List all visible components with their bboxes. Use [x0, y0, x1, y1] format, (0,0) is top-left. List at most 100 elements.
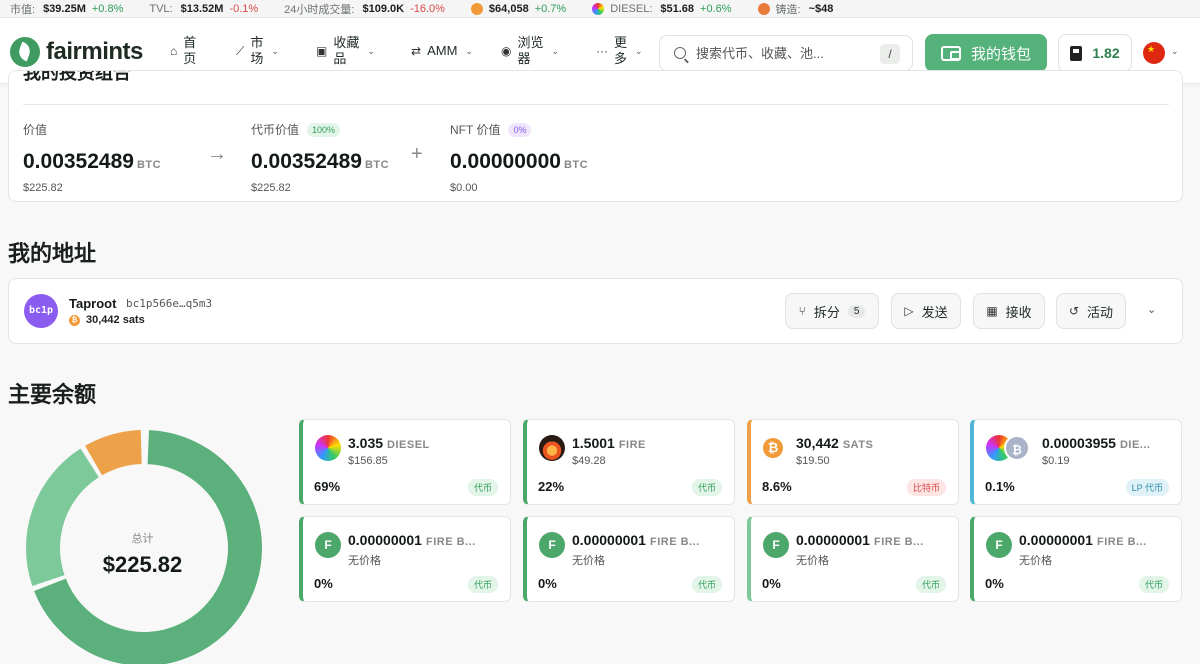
total-label: 总计	[131, 533, 154, 545]
my-wallet-button[interactable]: 我的钱包	[925, 34, 1047, 72]
token-balance-card[interactable]: 1.5001 FIRE $49.28 22% 代币	[523, 419, 735, 505]
token-balance-card[interactable]: F 0.00000001 FIRE B... 无价格 0% 代币	[747, 516, 959, 602]
send-icon: ▷	[904, 304, 914, 318]
address-type: Taproot	[69, 296, 117, 311]
token-balance-card[interactable]: ₿ 0.00003955 DIE... $0.19 0.1% LP 代币	[970, 419, 1182, 505]
chevron-down-icon: ⌄	[635, 45, 643, 56]
token-balance-card[interactable]: ₿ 30,442 SATS $19.50 8.6% 比特币	[747, 419, 959, 505]
leaf-logo-icon	[10, 37, 40, 67]
pickaxe-icon	[757, 2, 770, 15]
donut-slice-sats[interactable]	[85, 430, 142, 476]
chevron-down-icon: ⌄	[465, 45, 473, 56]
history-icon: ↺	[1068, 304, 1080, 318]
token-balance-card[interactable]: F 0.00000001 FIRE B... 无价格 0% 代币	[299, 516, 511, 602]
token-amount: 0.00000001 FIRE B...	[572, 532, 700, 548]
token-usd-value: 无价格	[348, 555, 381, 567]
token-share-pct: 0.1%	[985, 479, 1015, 494]
nav-item-label: 浏览 器	[517, 35, 544, 66]
ticker-change: -0.1%	[229, 2, 259, 15]
donut-center: 总计 $225.82	[60, 530, 225, 578]
token-type-badge: LP 代币	[1125, 479, 1169, 496]
nav-item[interactable]: ◉ 浏览 器 ⌄	[501, 35, 559, 67]
token-symbol: FIRE B...	[873, 536, 924, 548]
token-amount: 30,442 SATS	[796, 435, 874, 451]
nft-value-label: NFT 价值	[450, 123, 501, 137]
token-pct-badge: 100%	[307, 122, 341, 137]
token-share-pct: 0%	[985, 576, 1004, 591]
wallet-icon	[940, 45, 961, 61]
ticker-item: 24小时成交量: $109.0K -16.0%	[284, 1, 445, 17]
bitcoin-icon: ₿	[69, 314, 80, 326]
total-value: 0.00352489 BTC	[23, 150, 162, 173]
bitcoin-icon	[470, 2, 483, 15]
activity-button[interactable]: ↺ 活动	[1056, 293, 1126, 329]
bitcoin-icon: ₿	[763, 438, 783, 458]
compass-icon: ◉	[501, 44, 512, 58]
token-type-badge: 比特币	[906, 479, 946, 496]
token-value: 0.00352489 BTC	[251, 150, 390, 173]
nav-item[interactable]: ▣ 收藏 品 ⌄	[316, 35, 375, 67]
nav-item[interactable]: ⟋ 市 场 ⌄	[236, 35, 279, 67]
send-button[interactable]: ▷ 发送	[891, 293, 961, 329]
split-count-badge: 5	[847, 304, 866, 318]
nft-value: 0.00000000 BTC	[450, 150, 589, 173]
token-share-pct: 8.6%	[762, 479, 792, 494]
ticker-item: 市值: $39.25M +0.8%	[10, 1, 123, 17]
receive-button[interactable]: ▦ 接收	[973, 293, 1045, 329]
split-button[interactable]: ⑂ 拆分 5	[785, 293, 879, 329]
avatar: bc1p	[24, 294, 58, 328]
search-box[interactable]: /	[659, 35, 913, 71]
logo-text: fairmints	[46, 38, 143, 65]
token-amount: 0.00003955 DIE...	[1042, 435, 1151, 451]
gas-fee-button[interactable]: 1.82	[1058, 34, 1132, 72]
nav-item-label: 首 页	[183, 35, 197, 66]
ticker-value: $51.68	[660, 2, 695, 15]
token-symbol: DIESEL	[387, 439, 430, 451]
ticker-label: 铸造:	[775, 3, 801, 16]
nav-item-label: 收藏 品	[333, 35, 360, 66]
chevron-down-icon[interactable]: ⌄	[1147, 303, 1156, 316]
token-usd-value: $19.50	[796, 455, 830, 467]
search-input[interactable]	[696, 45, 876, 61]
ticker-value: $109.0K	[362, 2, 405, 15]
address-text[interactable]: bc1p566e…q5m3	[126, 297, 212, 310]
split-icon: ⑂	[798, 304, 806, 318]
ticker-value: ~$48	[808, 2, 834, 15]
nav-item[interactable]: ⌂ 首 页	[170, 35, 196, 67]
home-icon: ⌂	[170, 44, 178, 58]
token-balance-card[interactable]: F 0.00000001 FIRE B... 无价格 0% 代币	[970, 516, 1182, 602]
plus-icon: +	[411, 143, 423, 165]
token-amount: 1.5001 FIRE	[572, 435, 646, 451]
token-type-badge: 代币	[691, 479, 722, 496]
logo[interactable]: fairmints	[10, 37, 143, 67]
token-symbol: SATS	[842, 439, 874, 451]
ticker-item: 铸造: ~$48	[757, 1, 840, 17]
portfolio-title: 我的投资组合	[23, 70, 131, 83]
search-shortcut-hint: /	[880, 44, 900, 64]
main-balances-heading: 主要余额	[8, 382, 97, 407]
token-usd-value: $0.19	[1042, 455, 1070, 467]
nav-item-label: 市 场	[250, 35, 264, 66]
token-share-pct: 0%	[762, 576, 781, 591]
token-balance-card[interactable]: F 0.00000001 FIRE B... 无价格 0% 代币	[523, 516, 735, 602]
china-flag-icon[interactable]	[1143, 42, 1165, 64]
fire-b-icon: F	[986, 532, 1012, 558]
address-card: bc1p Taproot bc1p566e…q5m3 ₿ 30,442 sats…	[8, 278, 1183, 344]
ticker-change: +0.8%	[91, 2, 124, 15]
nft-value-usd: $0.00	[450, 182, 478, 194]
token-value-label: 代币价值	[251, 123, 300, 137]
nav-item[interactable]: ⇄ AMM ⌄	[411, 43, 473, 59]
token-usd-value: 无价格	[796, 555, 829, 567]
token-type-badge: 代币	[467, 479, 498, 496]
token-share-pct: 0%	[314, 576, 333, 591]
chevron-down-icon: ⌄	[271, 45, 279, 56]
my-wallet-label: 我的钱包	[970, 45, 1031, 63]
token-usd-value: 无价格	[1019, 555, 1052, 567]
ticker-change: +0.7%	[534, 2, 567, 15]
chevron-down-icon[interactable]: ⌄	[1171, 46, 1179, 57]
more-icon: ···	[596, 44, 608, 58]
nav-item[interactable]: ··· 更 多 ⌄	[596, 35, 643, 67]
diesel-icon	[315, 435, 341, 461]
token-balance-card[interactable]: 3.035 DIESEL $156.85 69% 代币	[299, 419, 511, 505]
diesel-icon	[592, 2, 605, 15]
